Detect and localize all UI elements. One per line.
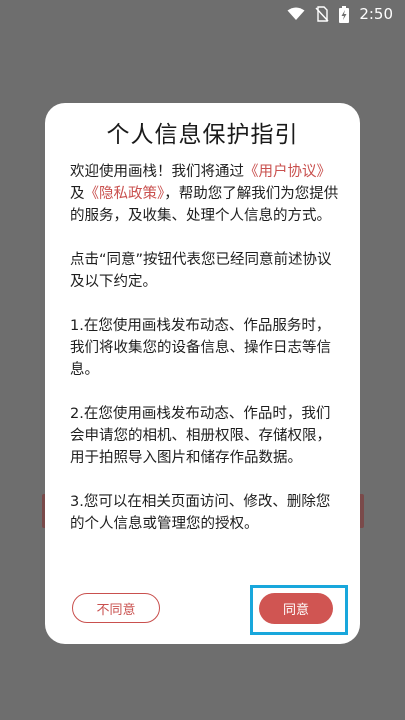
- term-3-paragraph: 3.您可以在相关页面访问、修改、删除您的个人信息或管理您的授权。: [70, 494, 331, 532]
- term-1-paragraph: 1.在您使用画栈发布动态、作品服务时，我们将收集您的设备信息、操作日志等信息。: [70, 318, 331, 378]
- intro-text-1: 欢迎使用画栈！我们将通过: [70, 164, 244, 180]
- user-agreement-link[interactable]: 《用户协议》: [244, 164, 331, 180]
- wifi-icon: [287, 7, 305, 21]
- battery-charging-icon: [339, 5, 350, 23]
- consent-paragraph: 点击“同意”按钮代表您已经同意前述协议及以下约定。: [70, 252, 332, 290]
- privacy-dialog: 个人信息保护指引 欢迎使用画栈！我们将通过《用户协议》及《隐私政策》，帮助您了解…: [45, 103, 360, 644]
- dialog-title: 个人信息保护指引: [106, 122, 299, 148]
- term-2-paragraph: 2.在您使用画栈发布动态、作品时，我们会申请您的相机、相册权限、存储权限，用于拍…: [70, 406, 331, 466]
- no-sim-icon: [315, 6, 329, 22]
- intro-text-2: 及: [70, 186, 85, 202]
- status-time: 2:50: [359, 5, 393, 23]
- disagree-button[interactable]: 不同意: [72, 593, 160, 623]
- privacy-policy-link[interactable]: 《隐私政策》: [85, 186, 165, 202]
- intro-paragraph: 欢迎使用画栈！我们将通过《用户协议》及《隐私政策》，帮助您了解我们为您提供的服务…: [70, 161, 342, 227]
- status-bar: 2:50: [0, 0, 405, 28]
- dialog-body: 欢迎使用画栈！我们将通过《用户协议》及《隐私政策》，帮助您了解我们为您提供的服务…: [70, 161, 342, 557]
- agree-button[interactable]: 同意: [259, 593, 333, 624]
- screen: 2:50 个人信息保护指引 欢迎使用画栈！我们将通过《用户协议》及《隐私政策》，…: [0, 0, 405, 720]
